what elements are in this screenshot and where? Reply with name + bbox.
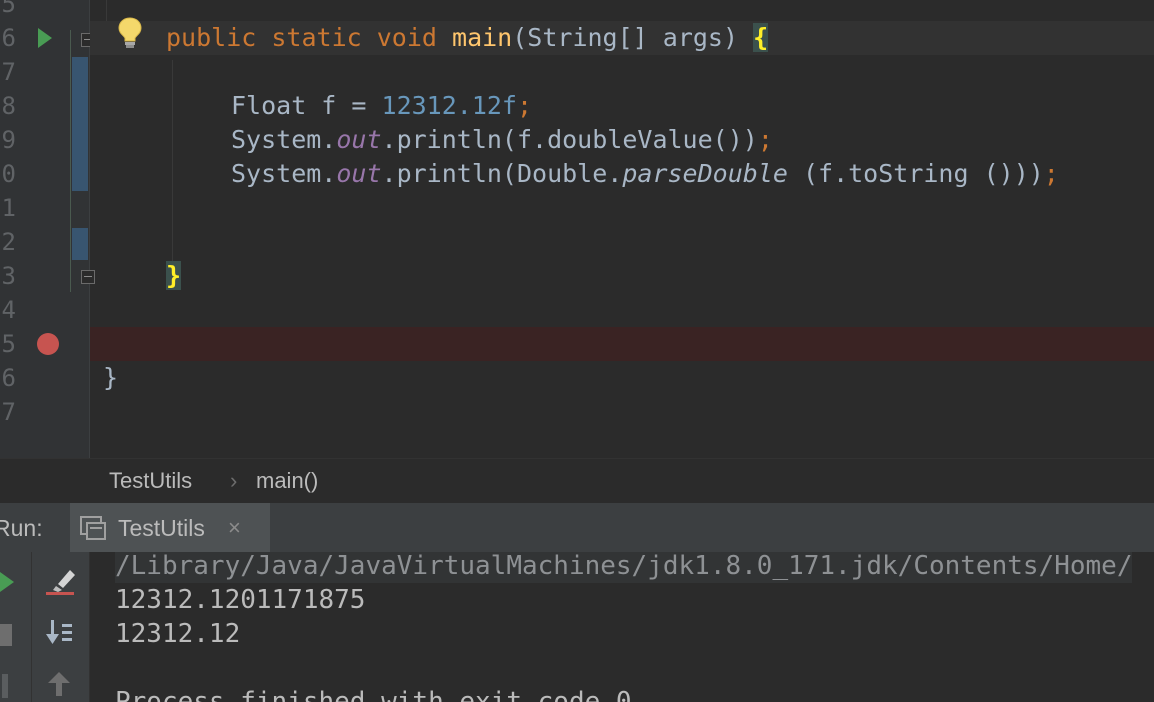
line-number: 2 [1,228,16,256]
indent-guide [106,0,107,21]
close-icon[interactable]: × [228,515,241,541]
line-number: 4 [1,296,16,324]
code-line-class-close[interactable]: } [103,361,118,395]
run-panel-header: Run: TestUtils × [0,502,1154,553]
breakpoint-line-highlight [90,327,1154,361]
fold-range-line [70,30,71,292]
float-declaration: Float f = [231,91,382,120]
vcs-change-marker[interactable] [72,57,88,191]
system-class: System. [231,159,337,188]
semicolon: ; [1043,159,1059,188]
line-number: 9 [1,126,16,154]
matched-brace: } [166,261,182,290]
code-line-println-double-value[interactable]: System.out.println(f.doubleValue()); [231,123,773,157]
println-call-start: .println(Double. [381,159,623,188]
line-number: 5 [1,330,16,358]
semicolon: ; [757,125,773,154]
code-editor[interactable]: 6 7 8 9 0 1 2 3 4 5 6 7 5 public static … [0,0,1154,458]
code-line-method-close[interactable]: } [166,259,182,293]
line-number: 0 [1,160,16,188]
console-output-line: 12312.12 [115,619,241,649]
run-tab-label: TestUtils [118,515,205,541]
matched-brace: { [753,23,769,52]
console-toolbar-left [0,552,32,702]
line-number: 6 [1,24,16,52]
keyword-static: static [271,23,362,52]
code-line-main-signature[interactable]: public static void main(String[] args) { [166,21,769,55]
println-call-end: (f.toString ())) [787,159,1044,188]
line-number: 8 [1,92,16,120]
out-field: out [336,125,382,154]
scroll-to-end-icon[interactable] [46,618,74,646]
editor-gutter[interactable]: 6 7 8 9 0 1 2 3 4 5 6 7 5 [0,0,95,458]
parse-double-call: parseDouble [622,159,788,188]
run-panel-label: Run: [0,515,43,541]
out-field: out [336,159,382,188]
closing-brace: } [103,363,119,392]
rerun-icon[interactable] [0,572,16,592]
breadcrumb-separator: › [230,468,238,493]
console-tab-icon [80,516,106,540]
breakpoint-icon[interactable] [37,333,59,355]
console-output-line: 12312.1201171875 [115,585,366,615]
method-params: (String[] args) [512,23,754,52]
method-name: main [452,23,513,52]
semicolon: ; [516,91,533,120]
code-line-println-parse-double[interactable]: System.out.println(Double.parseDouble (f… [231,157,1059,191]
breadcrumb-item-class[interactable]: TestUtils [109,468,192,494]
line-number: 7 [1,398,16,426]
lightbulb-icon[interactable] [117,16,143,50]
line-number: 3 [1,262,16,290]
system-class: System. [231,125,337,154]
breadcrumb-item-method[interactable]: main() [256,468,318,494]
console-exit-line: Process finished with exit code 0 [115,687,632,702]
run-gutter-icon[interactable] [38,28,52,48]
up-arrow-icon[interactable] [48,672,70,696]
code-line-float-decl[interactable]: Float f = 12312.12f; [231,89,532,123]
line-number: 6 [1,364,16,392]
float-literal: 12312.12f [381,91,517,120]
breadcrumb: TestUtils › main() [0,458,1154,502]
line-number: 7 [1,58,16,86]
keyword-public: public [166,23,257,52]
stop-icon[interactable] [0,624,12,646]
console-output[interactable]: /Library/Java/JavaVirtualMachines/jdk1.8… [90,552,1154,702]
keyword-void: void [376,23,437,52]
console-toolbar-right [32,552,90,702]
restore-layout-icon[interactable] [0,674,12,698]
vcs-change-marker[interactable] [72,228,88,260]
run-tab[interactable]: TestUtils × [70,503,270,553]
line-number: 5 [1,0,16,18]
clear-all-icon[interactable] [44,566,78,596]
indent-guide [172,60,173,265]
console-command-line: /Library/Java/JavaVirtualMachines/jdk1.8… [115,552,1133,583]
println-call: .println(f.doubleValue()) [381,125,758,154]
fold-icon[interactable] [81,270,95,284]
line-number: 1 [1,194,16,222]
